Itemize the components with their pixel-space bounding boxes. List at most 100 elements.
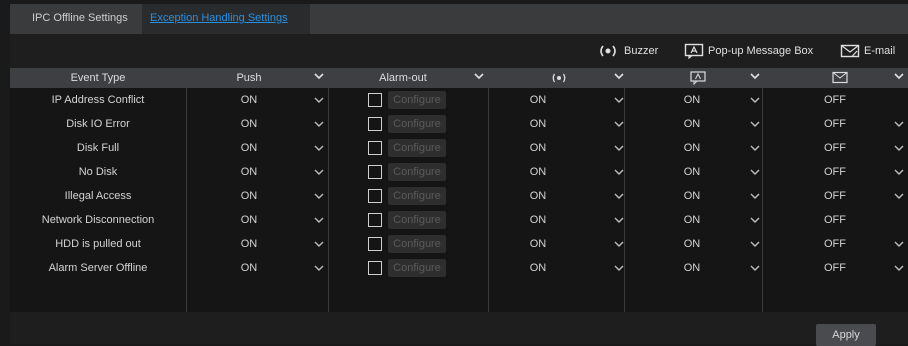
popup-select[interactable]: ON <box>624 184 760 208</box>
apply-button[interactable]: Apply <box>816 324 876 346</box>
chevron-down-icon[interactable] <box>894 71 904 81</box>
popup-select[interactable]: ON <box>624 88 760 112</box>
popup-select[interactable]: ON <box>624 256 760 280</box>
chevron-down-icon[interactable] <box>750 240 760 248</box>
chevron-down-icon[interactable] <box>614 120 624 128</box>
chevron-down-icon[interactable] <box>750 120 760 128</box>
table-row: Disk IO Error ON Configure ON ON OFF <box>10 112 908 136</box>
chevron-down-icon[interactable] <box>894 120 904 128</box>
alarm-out-checkbox[interactable] <box>368 261 382 275</box>
email-select[interactable]: OFF <box>762 88 908 112</box>
configure-button[interactable]: Configure <box>388 163 446 181</box>
configure-button[interactable]: Configure <box>388 187 446 205</box>
chevron-down-icon[interactable] <box>614 264 624 272</box>
chevron-down-icon[interactable] <box>314 96 324 104</box>
chevron-down-icon[interactable] <box>894 168 904 176</box>
chevron-down-icon[interactable] <box>314 192 324 200</box>
email-select[interactable]: OFF <box>762 160 908 184</box>
table-row: Alarm Server Offline ON Configure ON ON OFF <box>10 256 908 280</box>
popup-select[interactable]: ON <box>624 160 760 184</box>
push-select[interactable]: ON <box>186 112 312 136</box>
buzzer-select[interactable]: ON <box>488 232 588 256</box>
chevron-down-icon[interactable] <box>750 96 760 104</box>
buzzer-select[interactable]: ON <box>488 112 588 136</box>
legend-popup-label: Pop-up Message Box <box>708 45 814 57</box>
chevron-down-icon[interactable] <box>894 144 904 152</box>
alarm-out-checkbox[interactable] <box>368 237 382 251</box>
chevron-down-icon[interactable] <box>314 240 324 248</box>
chevron-down-icon[interactable] <box>750 168 760 176</box>
chevron-down-icon[interactable] <box>614 168 624 176</box>
alarm-out-checkbox[interactable] <box>368 213 382 227</box>
alarm-out-checkbox[interactable] <box>368 165 382 179</box>
push-select[interactable]: ON <box>186 208 312 232</box>
table-row: No Disk ON Configure ON ON OFF <box>10 160 908 184</box>
buzzer-select[interactable]: ON <box>488 184 588 208</box>
email-select[interactable]: OFF <box>762 184 908 208</box>
email-select[interactable]: OFF <box>762 208 908 232</box>
event-type-cell: Network Disconnection <box>41 214 155 226</box>
chevron-down-icon[interactable] <box>314 144 324 152</box>
popup-select[interactable]: ON <box>624 208 760 232</box>
email-select[interactable]: OFF <box>762 136 908 160</box>
configure-button[interactable]: Configure <box>388 259 446 277</box>
alarm-out-checkbox[interactable] <box>368 189 382 203</box>
alarm-out-checkbox[interactable] <box>368 93 382 107</box>
push-select[interactable]: ON <box>186 232 312 256</box>
configure-button[interactable]: Configure <box>388 115 446 133</box>
email-select[interactable]: OFF <box>762 232 908 256</box>
email-select[interactable]: OFF <box>762 256 908 280</box>
chevron-down-icon[interactable] <box>314 264 324 272</box>
buzzer-icon <box>552 73 566 83</box>
push-select[interactable]: ON <box>186 184 312 208</box>
table-row: Network Disconnection ON Configure ON ON OFF <box>10 208 908 232</box>
chevron-down-icon[interactable] <box>474 71 484 81</box>
alarm-out-checkbox[interactable] <box>368 141 382 155</box>
buzzer-select[interactable]: ON <box>488 160 588 184</box>
push-select[interactable]: ON <box>186 256 312 280</box>
chevron-down-icon[interactable] <box>894 192 904 200</box>
event-type-cell: No Disk <box>78 166 118 178</box>
chevron-down-icon[interactable] <box>894 264 904 272</box>
chevron-down-icon[interactable] <box>614 240 624 248</box>
popup-select[interactable]: ON <box>624 112 760 136</box>
push-select[interactable]: ON <box>186 160 312 184</box>
table-row: HDD is pulled out ON Configure ON ON OFF <box>10 232 908 256</box>
popup-message-icon <box>684 43 704 59</box>
chevron-down-icon[interactable] <box>314 71 324 81</box>
chevron-down-icon[interactable] <box>750 216 760 224</box>
chevron-down-icon[interactable] <box>614 71 624 81</box>
chevron-down-icon[interactable] <box>750 264 760 272</box>
chevron-down-icon[interactable] <box>614 192 624 200</box>
popup-select[interactable]: ON <box>624 136 760 160</box>
chevron-down-icon[interactable] <box>750 192 760 200</box>
chevron-down-icon[interactable] <box>614 144 624 152</box>
chevron-down-icon[interactable] <box>314 168 324 176</box>
tab-ipc-offline-settings[interactable]: IPC Offline Settings <box>32 12 128 24</box>
table-header: Event Type Push Alarm-out <box>10 68 908 88</box>
alarm-out-checkbox[interactable] <box>368 117 382 131</box>
configure-button[interactable]: Configure <box>388 211 446 229</box>
chevron-down-icon[interactable] <box>894 240 904 248</box>
table-row: Illegal Access ON Configure ON ON OFF <box>10 184 908 208</box>
legend-email: E-mail <box>840 40 895 62</box>
push-select[interactable]: ON <box>186 88 312 112</box>
buzzer-select[interactable]: ON <box>488 88 588 112</box>
configure-button[interactable]: Configure <box>388 139 446 157</box>
buzzer-select[interactable]: ON <box>488 136 588 160</box>
chevron-down-icon[interactable] <box>614 96 624 104</box>
chevron-down-icon[interactable] <box>750 144 760 152</box>
configure-button[interactable]: Configure <box>388 235 446 253</box>
legend-buzzer-label: Buzzer <box>624 45 659 57</box>
popup-select[interactable]: ON <box>624 232 760 256</box>
email-select[interactable]: OFF <box>762 112 908 136</box>
chevron-down-icon[interactable] <box>750 71 760 81</box>
buzzer-select[interactable]: ON <box>488 208 588 232</box>
chevron-down-icon[interactable] <box>314 120 324 128</box>
chevron-down-icon[interactable] <box>314 216 324 224</box>
chevron-down-icon[interactable] <box>614 216 624 224</box>
configure-button[interactable]: Configure <box>388 91 446 109</box>
buzzer-select[interactable]: ON <box>488 256 588 280</box>
tab-exception-handling-settings[interactable]: Exception Handling Settings <box>150 12 288 24</box>
push-select[interactable]: ON <box>186 136 312 160</box>
